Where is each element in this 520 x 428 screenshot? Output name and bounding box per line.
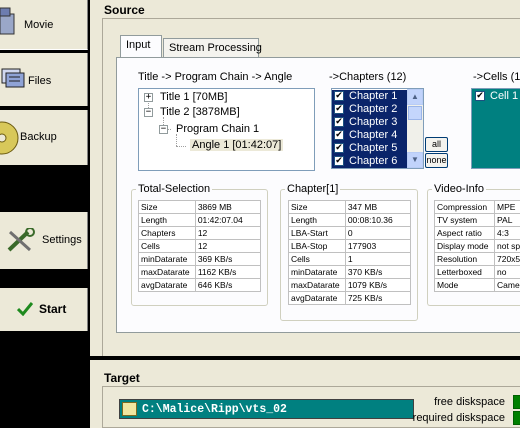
table-row: Chapters 12	[138, 226, 262, 240]
table-row: Display mode not sp	[434, 239, 520, 253]
table-row: Length 01:42:07.04	[138, 213, 262, 227]
checkbox-checked-icon[interactable]: ✔	[334, 130, 344, 140]
total-selection-title: Total-Selection	[136, 183, 213, 195]
chapter-item[interactable]: ✔ Chapter 2	[332, 103, 407, 116]
source-title: Source	[104, 3, 145, 17]
tools-icon	[6, 227, 36, 254]
collapse-icon[interactable]: −	[159, 125, 168, 134]
section-divider	[90, 356, 520, 360]
checkbox-checked-icon[interactable]: ✔	[334, 117, 344, 127]
start-button[interactable]: Start	[0, 288, 88, 331]
tree-label: Title -> Program Chain -> Angle	[138, 71, 293, 83]
tree-line	[176, 134, 177, 146]
table-row: Letterboxed no	[434, 265, 520, 279]
movie-icon	[0, 6, 16, 36]
movie-label: Movie	[24, 19, 54, 31]
table-row: Size 347 MB	[288, 200, 412, 214]
required-diskspace-label: required diskspace	[412, 412, 505, 424]
chapter-list[interactable]: ✔ Chapter 1 ✔ Chapter 2 ✔ Chapter 3 ✔ Chapte…	[331, 88, 424, 169]
movie-button[interactable]: Movie	[0, 0, 88, 50]
chapter-item[interactable]: ✔ Chapter 1	[332, 90, 407, 103]
free-diskspace-label: free diskspace	[434, 396, 505, 408]
table-row: avgDatarate 725 KB/s	[288, 291, 412, 305]
tab-input[interactable]: Input	[120, 35, 162, 57]
tree-node-title2[interactable]: Title 2 [3878MB]	[160, 106, 240, 118]
target-path-text: C:\Malice\Ripp\vts_02	[142, 403, 287, 416]
chapter-scrollbar[interactable]: ▲ ▼	[407, 89, 423, 168]
table-row: Resolution 720x5	[434, 252, 520, 266]
chapters-label: ->Chapters (12)	[329, 71, 407, 83]
target-title: Target	[104, 371, 140, 385]
table-row: avgDatarate 646 KB/s	[138, 278, 262, 292]
required-diskspace-bar	[513, 411, 520, 425]
checkbox-checked-icon[interactable]: ✔	[334, 143, 344, 153]
table-row: Cells 1	[288, 252, 412, 266]
cell-list[interactable]: ✔ Cell 1	[471, 88, 520, 169]
video-info-title: Video-Info	[432, 183, 486, 195]
tree-line	[176, 146, 186, 147]
checkmark-icon	[16, 302, 34, 317]
table-row: Compression MPE	[434, 200, 520, 214]
expand-icon[interactable]: +	[144, 93, 153, 102]
table-row: Cells 12	[138, 239, 262, 253]
tree-node-program-chain[interactable]: Program Chain 1	[176, 123, 259, 135]
table-row: Size 3869 MB	[138, 200, 262, 214]
chapter-info-table: Size 347 MB Length 00:08:10.36 LBA-Start 0 …	[288, 200, 412, 305]
settings-button[interactable]: Settings	[0, 212, 88, 269]
checkbox-checked-icon[interactable]: ✔	[334, 91, 344, 101]
select-all-button[interactable]: all	[425, 137, 448, 152]
table-row: maxDatarate 1162 KB/s	[138, 265, 262, 279]
backup-button[interactable]: Backup	[0, 110, 88, 165]
chapter-item[interactable]: ✔ Chapter 3	[332, 116, 407, 129]
table-row: Length 00:08:10.36	[288, 213, 412, 227]
video-info-table: Compression MPE TV system PAL Aspect ratio…	[434, 200, 520, 292]
total-selection-table: Size 3869 MB Length 01:42:07.04 Chapters 12…	[138, 200, 262, 292]
backup-label: Backup	[20, 131, 57, 143]
table-row: minDatarate 370 KB/s	[288, 265, 412, 279]
folder-browse-icon[interactable]	[122, 402, 137, 416]
tree-node-angle[interactable]: Angle 1 [01:42:07]	[190, 139, 284, 151]
settings-label: Settings	[42, 234, 82, 246]
tree-node-title1[interactable]: Title 1 [70MB]	[160, 91, 227, 103]
chapter-info-title: Chapter[1]	[285, 183, 341, 195]
title-tree[interactable]: + Title 1 [70MB] − Title 2 [3878MB] − Pr…	[138, 88, 315, 171]
left-navigation: Movie Files Backup Settings Start	[0, 0, 90, 428]
table-row: Aspect ratio 4:3	[434, 226, 520, 240]
chapter-item[interactable]: ✔ Chapter 6	[332, 155, 407, 168]
cells-label: ->Cells (1	[473, 71, 520, 83]
tab-stream-processing[interactable]: Stream Processing	[163, 38, 262, 58]
table-row: Mode Came	[434, 278, 520, 292]
table-row: TV system PAL	[434, 213, 520, 227]
main-area: Source Input Stream Processing Title -> …	[90, 0, 520, 428]
scroll-up-icon[interactable]: ▲	[407, 89, 423, 105]
scroll-down-icon[interactable]: ▼	[407, 152, 423, 168]
target-path-field[interactable]: C:\Malice\Ripp\vts_02	[119, 399, 414, 419]
start-label: Start	[39, 302, 67, 316]
free-diskspace-bar	[513, 395, 520, 409]
chapter-item[interactable]: ✔ Chapter 4	[332, 129, 407, 142]
select-none-button[interactable]: none	[425, 153, 448, 168]
disc-icon	[0, 120, 20, 156]
table-row: maxDatarate 1079 KB/s	[288, 278, 412, 292]
checkbox-checked-icon[interactable]: ✔	[475, 91, 485, 101]
table-row: minDatarate 369 KB/s	[138, 252, 262, 266]
files-label: Files	[28, 75, 52, 87]
collapse-icon[interactable]: −	[144, 108, 153, 117]
files-button[interactable]: Files	[0, 53, 88, 106]
cell-item[interactable]: ✔ Cell 1	[473, 90, 520, 103]
table-row: LBA-Stop 177903	[288, 239, 412, 253]
checkbox-checked-icon[interactable]: ✔	[334, 104, 344, 114]
files-icon	[0, 65, 26, 91]
scroll-thumb[interactable]	[408, 106, 422, 120]
table-row: LBA-Start 0	[288, 226, 412, 240]
checkbox-checked-icon[interactable]: ✔	[334, 156, 344, 166]
chapter-item[interactable]: ✔ Chapter 5	[332, 142, 407, 155]
